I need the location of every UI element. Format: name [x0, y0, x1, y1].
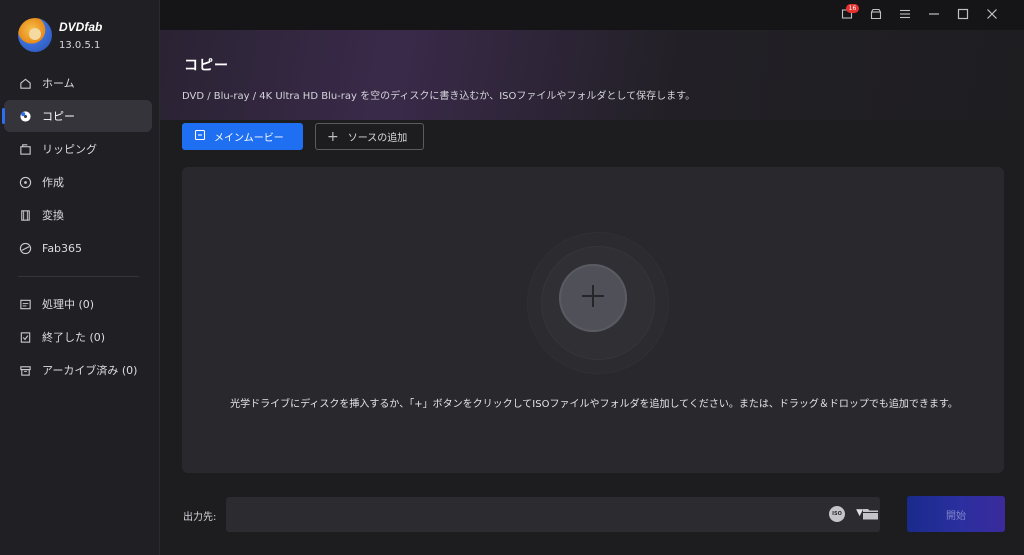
folder-icon: [862, 509, 879, 524]
sidebar-item-finished[interactable]: 終了した (0): [4, 321, 152, 353]
sidebar-item-label: 処理中 (0): [42, 298, 95, 311]
app-version: 13.0.5.1: [59, 40, 101, 51]
sidebar-item-archive[interactable]: アーカイブ済み (0): [4, 354, 152, 386]
sidebar-item-label: ホーム: [42, 77, 75, 90]
create-disc-icon: [18, 175, 32, 189]
plus-icon: +: [327, 128, 339, 145]
iso-output-button[interactable]: ISO: [829, 506, 845, 522]
notifications-button[interactable]: 16: [832, 0, 861, 30]
drop-hint-text: 光学ドライブにディスクを挿入するか、「+」ボタンをクリックしてISOファイルやフ…: [230, 399, 958, 410]
output-path-select[interactable]: ▼: [226, 497, 880, 532]
sidebar-item-label: 作成: [42, 176, 64, 189]
titlebar: 16: [160, 0, 1024, 30]
titlebar-controls: 16: [832, 0, 1006, 30]
processing-icon: [18, 297, 32, 311]
film-convert-icon: [18, 208, 32, 222]
store-icon: [870, 8, 882, 23]
sidebar-item-label: リッピング: [42, 143, 97, 156]
ripping-icon: [18, 142, 32, 156]
sidebar-nav: ホーム コピー リッピング 作成 変換 Fab365: [2, 67, 152, 265]
sidebar-item-label: Fab365: [42, 241, 83, 255]
sidebar-item-fab365[interactable]: Fab365: [4, 232, 152, 264]
sidebar-divider: [18, 276, 139, 277]
start-button[interactable]: 開始: [907, 496, 1005, 532]
fab365-icon: [18, 241, 32, 255]
menu-button[interactable]: [890, 0, 919, 30]
minimize-icon: [928, 8, 940, 23]
close-icon: [986, 8, 998, 23]
sidebar-item-copy[interactable]: コピー: [2, 100, 152, 132]
sidebar-item-label: 変換: [42, 209, 64, 222]
sidebar-queue: 処理中 (0) 終了した (0) アーカイブ済み (0): [4, 288, 152, 387]
add-source-label: ソースの追加: [347, 133, 408, 144]
archive-icon: [18, 363, 32, 377]
page-title: コピー: [184, 58, 229, 74]
finished-icon: [18, 330, 32, 344]
iso-icon: ISO: [832, 511, 842, 517]
app-name: DVDfab: [59, 20, 103, 34]
hamburger-icon: [899, 8, 911, 23]
close-button[interactable]: [977, 0, 1006, 30]
page-description: DVD / Blu-ray / 4K Ultra HD Blu-ray を空のデ…: [182, 91, 696, 102]
sidebar-item-create[interactable]: 作成: [4, 166, 152, 198]
sidebar: DVDfab 13.0.5.1 ホーム コピー リッピング 作成 変換 Fab3…: [0, 0, 160, 555]
main-movie-copy-label: メインムービー: [214, 133, 284, 144]
brand: DVDfab 13.0.5.1: [18, 18, 158, 58]
drop-zone[interactable]: 光学ドライブにディスクを挿入するか、「+」ボタンをクリックしてISOファイルやフ…: [182, 167, 1004, 473]
copy-mode-icon: [194, 129, 214, 144]
main-panel: コピー DVD / Blu-ray / 4K Ultra HD Blu-ray …: [160, 30, 1024, 555]
plus-icon: [580, 278, 606, 318]
sidebar-item-label: アーカイブ済み (0): [42, 364, 138, 377]
sidebar-item-home[interactable]: ホーム: [4, 67, 152, 99]
notification-badge: 16: [846, 4, 859, 13]
store-button[interactable]: [861, 0, 890, 30]
dvdfab-logo: [18, 18, 52, 52]
add-source-button[interactable]: + ソースの追加: [315, 123, 424, 150]
folder-output-button[interactable]: [862, 506, 879, 521]
add-file-button[interactable]: [559, 264, 627, 332]
main-movie-copy-button[interactable]: メインムービー: [182, 123, 303, 150]
home-icon: [18, 76, 32, 90]
sidebar-item-convert[interactable]: 変換: [4, 199, 152, 231]
maximize-icon: [957, 8, 969, 23]
disc-copy-icon: [18, 109, 32, 123]
minimize-button[interactable]: [919, 0, 948, 30]
sidebar-item-processing[interactable]: 処理中 (0): [4, 288, 152, 320]
sidebar-item-label: コピー: [42, 110, 75, 123]
maximize-button[interactable]: [948, 0, 977, 30]
output-label: 出力先:: [183, 512, 217, 523]
sidebar-item-label: 終了した (0): [42, 331, 106, 344]
sidebar-item-ripping[interactable]: リッピング: [4, 133, 152, 165]
